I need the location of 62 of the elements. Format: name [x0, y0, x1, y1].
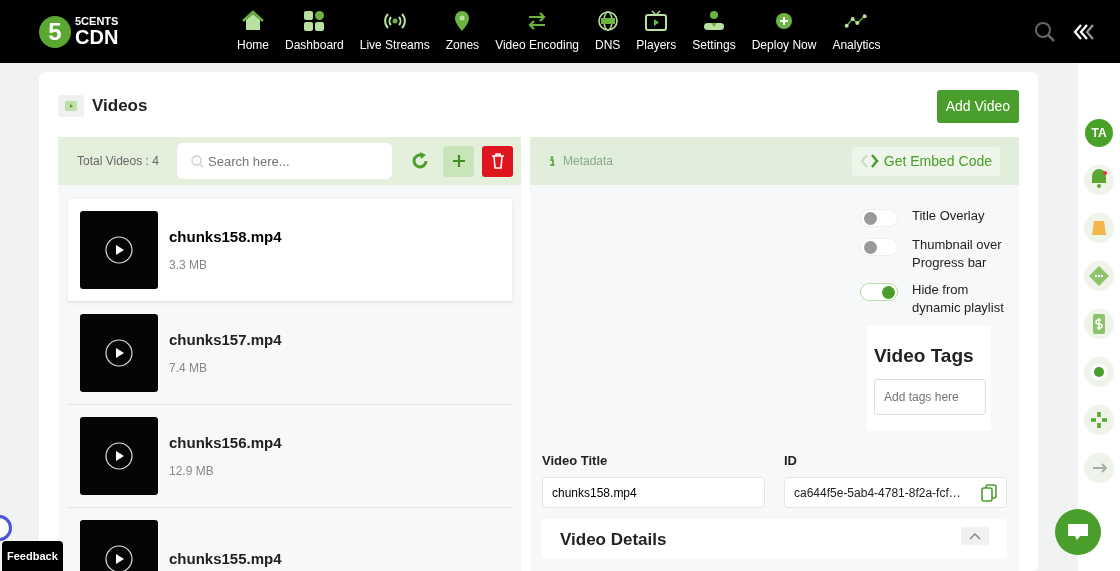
code-icon: [859, 152, 880, 170]
id-field[interactable]: ca644f5e-5ab4-4781-8f2a-fcf…: [784, 477, 1007, 508]
video-name: chunks156.mp4: [169, 432, 282, 453]
total-count: Total Videos : 4: [77, 153, 160, 170]
nav-item[interactable]: Analytics: [824, 9, 889, 54]
video-list-item[interactable]: chunks156.mp4 12.9 MB: [68, 405, 512, 508]
person-icon: [702, 9, 726, 33]
logo-text: CDN: [75, 27, 119, 47]
nav-item[interactable]: DNS: [587, 9, 629, 54]
plus-icon: [451, 154, 466, 168]
logo-text: 5CENTS: [75, 16, 119, 27]
nav-item[interactable]: Zones: [437, 9, 488, 54]
video-name: chunks155.mp4: [169, 548, 282, 569]
video-list-item[interactable]: chunks157.mp4 7.4 MB: [68, 302, 512, 405]
toggle-switch[interactable]: [860, 283, 898, 301]
nav-item[interactable]: Dashboard: [277, 9, 352, 54]
tags-title: Video Tags: [874, 344, 975, 368]
video-list-item[interactable]: chunks158.mp4 3.3 MB: [68, 199, 512, 302]
toggle-label: Hide from dynamic playlist: [912, 281, 1005, 317]
copy-icon[interactable]: [981, 483, 997, 502]
collapse-icon[interactable]: [1072, 22, 1096, 41]
nav-item[interactable]: Video Encoding: [487, 9, 587, 54]
house-icon: [241, 9, 265, 33]
field-label: Video Title: [542, 451, 609, 470]
nav-item[interactable]: Players: [628, 9, 685, 54]
record-button[interactable]: [1084, 357, 1114, 387]
nav-item[interactable]: Deploy Now: [743, 9, 825, 54]
video-name: chunks158.mp4: [169, 226, 282, 247]
info-icon: [549, 156, 555, 166]
video-list-item[interactable]: chunks155.mp4: [68, 508, 512, 571]
dollar-bill-button[interactable]: [1084, 309, 1114, 339]
search-icon: [191, 155, 204, 168]
field-label: ID: [784, 451, 798, 470]
video-icon: [58, 95, 84, 117]
tv-icon: [644, 9, 669, 33]
delete-button[interactable]: [482, 145, 513, 177]
feedback-button[interactable]: Feedback: [2, 540, 63, 571]
video-size: 7.4 MB: [169, 360, 208, 378]
tiles-icon: [302, 9, 327, 33]
exit-arrow-button[interactable]: [1084, 453, 1114, 483]
title-field[interactable]: chunks158.mp4: [542, 477, 765, 508]
video-size: 12.9 MB: [169, 463, 215, 481]
nav-item[interactable]: Live Streams: [351, 9, 438, 54]
search-icon[interactable]: [1034, 20, 1056, 43]
tags-input[interactable]: Add tags here: [874, 378, 986, 415]
diamond-button[interactable]: [1084, 261, 1114, 291]
page-title: Videos: [92, 95, 148, 118]
nav-item[interactable]: Settings: [684, 9, 744, 54]
logo-mark: 5: [39, 15, 71, 48]
add-button[interactable]: [443, 145, 474, 177]
toggle-label: Title Overlay: [912, 207, 985, 225]
bell-button[interactable]: [1084, 165, 1114, 195]
chat-button[interactable]: [1055, 509, 1101, 555]
globe-icon: [595, 9, 620, 33]
search-field[interactable]: Search here...: [177, 143, 392, 179]
toggle-label: Thumbnail over Progress bar: [912, 236, 1003, 272]
nav-item[interactable]: Home: [229, 9, 277, 54]
video-size: 3.3 MB: [169, 257, 208, 275]
section-title: Video Details: [560, 529, 667, 551]
trash-icon: [490, 153, 505, 169]
video-name: chunks157.mp4: [169, 329, 282, 350]
chat-icon: [1067, 522, 1089, 542]
